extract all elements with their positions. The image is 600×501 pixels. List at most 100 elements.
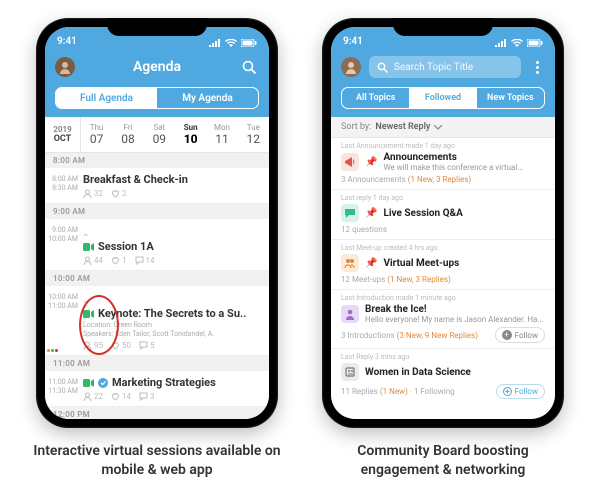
heart-icon — [111, 189, 120, 198]
tab-all-topics[interactable]: All Topics — [342, 88, 409, 108]
day-0[interactable]: Thu07 — [81, 117, 112, 152]
megaphone-icon — [341, 153, 359, 171]
more-button[interactable] — [529, 61, 545, 74]
live-icon: ⌢ — [83, 230, 88, 239]
session-title: Breakfast & Check-in — [83, 173, 188, 186]
plus-icon: + — [502, 330, 512, 340]
page-title: Agenda — [75, 59, 239, 75]
caption-left: Interactive virtual sessions available o… — [32, 442, 282, 480]
topic-title: Virtual Meet-ups — [383, 258, 545, 269]
time-header: 8:00 AM — [45, 153, 269, 168]
heart-icon — [111, 256, 120, 265]
pin-icon: 📌 — [365, 157, 377, 168]
chat-icon — [341, 204, 359, 222]
session-item[interactable]: 11:00 AM11:30 AM Marketing Strategies 22… — [45, 371, 269, 407]
session-time: 8:00 AM8:30 AM — [45, 173, 83, 198]
session-meta: 32 2 — [83, 189, 261, 198]
day-4[interactable]: Mon11 — [206, 117, 237, 152]
session-title: Session 1A — [98, 240, 154, 253]
follow-button[interactable]: +Follow — [495, 327, 545, 343]
session-item[interactable]: 10:00 AM11:00 AM ⌢ Keynote: The Secrets … — [45, 286, 269, 356]
sort-label: Sort by: — [341, 122, 371, 132]
agenda-list[interactable]: 8:00 AM 8:00 AM8:30 AM Breakfast & Check… — [45, 153, 269, 419]
topic-item[interactable]: Last Announcement made 1 day ago 📌 Annou… — [331, 138, 555, 190]
topic-counts: 3 Announcements (1 New, 3 Replies) — [341, 175, 545, 184]
pin-icon: 📌 — [365, 258, 377, 269]
search-placeholder: Search Topic Title — [394, 62, 473, 73]
topic-list[interactable]: Last Announcement made 1 day ago 📌 Annou… — [331, 138, 555, 419]
time-header: 9:00 AM — [45, 204, 269, 219]
live-icon: ⌢ — [83, 297, 88, 306]
session-item[interactable]: 8:00 AM8:30 AM Breakfast & Check-in 32 2 — [45, 168, 269, 204]
year-label: 2019 — [53, 125, 71, 134]
plus-icon — [503, 387, 512, 396]
day-2[interactable]: Sat09 — [144, 117, 175, 152]
session-meta: 22 14 3 — [83, 392, 261, 401]
status-time: 9:41 — [343, 36, 363, 47]
phone-board: 9:41 Search Topic Title — [322, 18, 564, 428]
topic-counts: 12 Meet-ups (1 New, 3 Replies) — [341, 275, 545, 284]
avatar[interactable] — [341, 57, 361, 77]
topic-item[interactable]: Last Reply 3 mins ago Women in Data Scie… — [331, 349, 555, 404]
topic-desc: Hello everyone! My name is Jason Alexand… — [365, 315, 545, 324]
topic-meta: Last Meet-up created 4 hrs ago — [341, 244, 545, 252]
day-3[interactable]: Sun10 — [175, 117, 206, 152]
session-speakers: Speakers: Eden Tailor, Scott Tonidandel,… — [83, 330, 261, 338]
topic-item[interactable]: Last Introduction made 1 minute ago Brea… — [331, 290, 555, 349]
video-icon — [83, 310, 94, 318]
topic-counts: 12 questions — [341, 225, 545, 234]
session-time: 10:00 AM11:00 AM — [45, 291, 83, 350]
month-box[interactable]: 2019 OCT — [45, 117, 81, 152]
session-meta: 95 50 5 — [83, 341, 261, 350]
comment-icon — [139, 392, 148, 401]
day-5[interactable]: Tue12 — [238, 117, 269, 152]
attendees-icon — [83, 392, 92, 401]
wifi-icon — [225, 39, 237, 47]
avatar[interactable] — [55, 57, 75, 77]
signal-icon — [209, 39, 221, 47]
session-title: Marketing Strategies — [112, 376, 216, 389]
search-icon — [377, 62, 388, 73]
time-header: 11:00 AM — [45, 356, 269, 371]
search-button[interactable] — [239, 57, 259, 77]
comment-icon — [139, 341, 148, 350]
comment-icon — [135, 256, 144, 265]
month-label: OCT — [54, 134, 72, 144]
tab-full-agenda[interactable]: Full Agenda — [56, 88, 157, 108]
topic-title: Announcements — [383, 152, 545, 163]
time-header: 12:00 PM — [45, 407, 269, 419]
date-picker: 2019 OCT Thu07 Fri08 Sat09 Sun10 Mon11 T… — [45, 117, 269, 153]
session-item[interactable]: 9:00 AM10:00 AM ⌢ Session 1A 44 1 14 — [45, 219, 269, 271]
topic-item[interactable]: Last reply 1 day ago 📌 Live Session Q&A — [331, 190, 555, 240]
tab-new-topics[interactable]: New Topics — [477, 88, 544, 108]
tab-my-agenda[interactable]: My Agenda — [157, 88, 258, 108]
board-tabs: All Topics Followed New Topics — [341, 87, 545, 109]
person-icon — [341, 305, 359, 323]
topic-meta: Last Reply 3 mins ago — [341, 353, 545, 361]
topic-meta: Last Introduction made 1 minute ago — [341, 294, 545, 302]
notch — [107, 18, 207, 36]
topic-counts: 3 Introductions (3 New, 9 New Replies) +… — [341, 327, 545, 343]
attendees-icon — [83, 189, 92, 198]
topic-title: Women in Data Science — [365, 367, 545, 378]
topic-item[interactable]: Last Meet-up created 4 hrs ago 📌 Virtual… — [331, 240, 555, 290]
tab-followed[interactable]: Followed — [409, 88, 476, 108]
phone-agenda: 9:41 Agenda — [36, 18, 278, 428]
topic-title: Break the Ice! — [365, 304, 545, 315]
search-input[interactable]: Search Topic Title — [369, 56, 521, 78]
session-title: Keynote: The Secrets to a Su.. — [98, 307, 246, 320]
search-icon — [242, 60, 257, 75]
topic-desc: We will make this conference a virtual..… — [383, 163, 545, 172]
day-1[interactable]: Fri08 — [112, 117, 143, 152]
sort-control[interactable]: Sort by: Newest Reply — [331, 117, 555, 138]
avatar-icon — [344, 60, 358, 74]
heart-icon — [111, 392, 120, 401]
follow-button[interactable]: Follow — [496, 384, 545, 399]
time-header: 10:00 AM — [45, 271, 269, 286]
caption-right: Community Board boosting engagement & ne… — [318, 442, 568, 480]
featured-icon — [98, 378, 108, 388]
community-icon — [341, 363, 359, 381]
wifi-icon — [511, 39, 523, 47]
session-meta: 44 1 14 — [83, 256, 261, 265]
sort-value: Newest Reply — [375, 122, 430, 132]
